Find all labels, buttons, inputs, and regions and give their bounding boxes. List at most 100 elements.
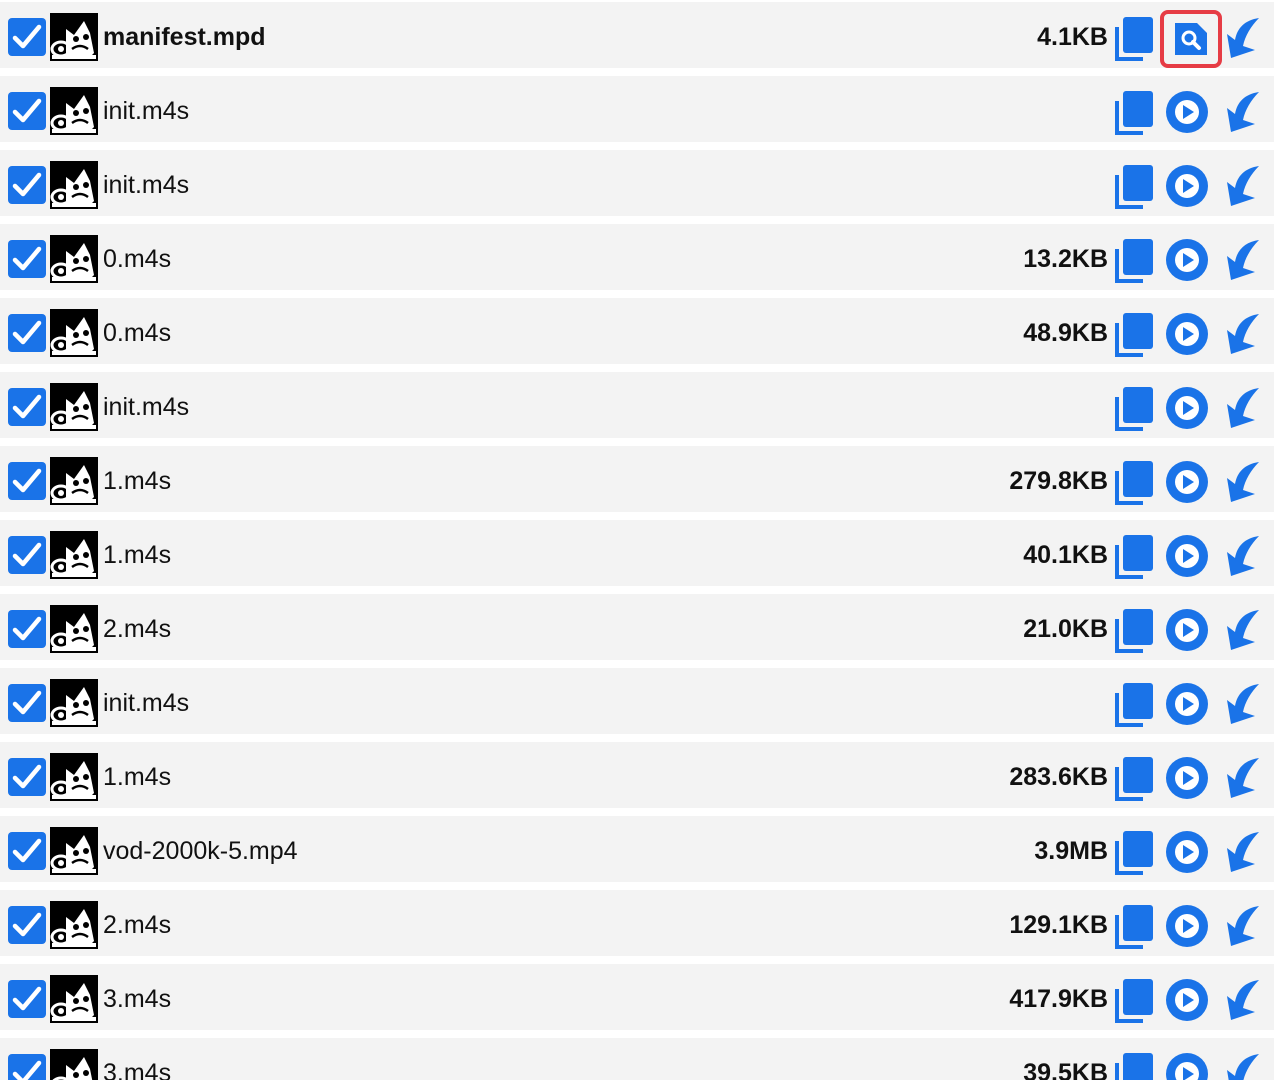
file-name: 1.m4s: [103, 541, 172, 569]
select-checkbox[interactable]: [8, 18, 46, 56]
select-checkbox[interactable]: [8, 980, 46, 1018]
file-size: 279.8KB: [1009, 467, 1108, 495]
copy-icon[interactable]: [1113, 755, 1157, 801]
play-icon[interactable]: [1165, 164, 1209, 208]
copy-icon[interactable]: [1113, 89, 1157, 135]
file-size: 21.0KB: [1023, 615, 1108, 643]
select-checkbox[interactable]: [8, 684, 46, 722]
play-icon[interactable]: [1165, 682, 1209, 726]
download-icon[interactable]: [1217, 606, 1263, 654]
play-icon[interactable]: [1165, 978, 1209, 1022]
copy-icon[interactable]: [1113, 607, 1157, 653]
copy-icon[interactable]: [1113, 311, 1157, 357]
play-icon[interactable]: [1165, 90, 1209, 134]
cat-logo-icon: [50, 901, 98, 949]
copy-icon[interactable]: [1113, 681, 1157, 727]
cat-logo-icon: [50, 13, 98, 61]
file-name: 3.m4s: [103, 985, 172, 1013]
list-item: init.m4s: [0, 372, 1274, 438]
copy-icon[interactable]: [1113, 15, 1157, 61]
download-icon[interactable]: [1217, 14, 1263, 62]
cat-logo-icon: [50, 975, 98, 1023]
select-checkbox[interactable]: [8, 832, 46, 870]
play-icon[interactable]: [1165, 238, 1209, 282]
download-icon[interactable]: [1217, 88, 1263, 136]
select-checkbox[interactable]: [8, 758, 46, 796]
file-size: 39.5KB: [1023, 1059, 1108, 1080]
download-icon[interactable]: [1217, 236, 1263, 284]
cat-logo-icon: [50, 87, 98, 135]
file-name: 3.m4s: [103, 1059, 172, 1080]
file-name: 0.m4s: [103, 319, 172, 347]
download-icon[interactable]: [1217, 1050, 1263, 1080]
list-item: vod-2000k-5.mp4 3.9MB: [0, 816, 1274, 882]
play-icon[interactable]: [1165, 1052, 1209, 1080]
file-name: manifest.mpd: [103, 23, 266, 51]
play-icon[interactable]: [1165, 830, 1209, 874]
select-checkbox[interactable]: [8, 536, 46, 574]
file-name: init.m4s: [103, 171, 190, 199]
copy-icon[interactable]: [1113, 237, 1157, 283]
file-size: 283.6KB: [1009, 763, 1108, 791]
list-item: init.m4s: [0, 76, 1274, 142]
copy-icon[interactable]: [1113, 903, 1157, 949]
download-icon[interactable]: [1217, 384, 1263, 432]
select-checkbox[interactable]: [8, 314, 46, 352]
cat-logo-icon: [50, 753, 98, 801]
select-checkbox[interactable]: [8, 166, 46, 204]
list-item: 3.m4s 417.9KB: [0, 964, 1274, 1030]
download-icon[interactable]: [1217, 680, 1263, 728]
cat-logo-icon: [50, 605, 98, 653]
select-checkbox[interactable]: [8, 92, 46, 130]
cat-logo-icon: [50, 383, 98, 431]
download-icon[interactable]: [1217, 310, 1263, 358]
play-icon[interactable]: [1165, 386, 1209, 430]
download-icon[interactable]: [1217, 532, 1263, 580]
download-icon[interactable]: [1217, 162, 1263, 210]
play-icon[interactable]: [1165, 534, 1209, 578]
view-file-icon[interactable]: [1160, 10, 1222, 68]
select-checkbox[interactable]: [8, 906, 46, 944]
download-icon[interactable]: [1217, 976, 1263, 1024]
copy-icon[interactable]: [1113, 1051, 1157, 1080]
copy-icon[interactable]: [1113, 385, 1157, 431]
file-name: init.m4s: [103, 393, 190, 421]
cat-logo-icon: [50, 1049, 98, 1080]
play-icon[interactable]: [1165, 904, 1209, 948]
copy-icon[interactable]: [1113, 163, 1157, 209]
copy-icon[interactable]: [1113, 533, 1157, 579]
play-icon[interactable]: [1165, 756, 1209, 800]
play-icon[interactable]: [1165, 460, 1209, 504]
select-checkbox[interactable]: [8, 1054, 46, 1080]
download-icon[interactable]: [1217, 902, 1263, 950]
file-name: 1.m4s: [103, 467, 172, 495]
list-item: 1.m4s 283.6KB: [0, 742, 1274, 808]
list-item: 3.m4s 39.5KB: [0, 1038, 1274, 1080]
download-icon[interactable]: [1217, 754, 1263, 802]
file-size: 13.2KB: [1023, 245, 1108, 273]
file-name: 1.m4s: [103, 763, 172, 791]
list-item: 1.m4s 279.8KB: [0, 446, 1274, 512]
file-size: 3.9MB: [1034, 837, 1108, 865]
cat-logo-icon: [50, 235, 98, 283]
play-icon[interactable]: [1165, 608, 1209, 652]
list-item: 1.m4s 40.1KB: [0, 520, 1274, 586]
copy-icon[interactable]: [1113, 977, 1157, 1023]
cat-logo-icon: [50, 827, 98, 875]
play-icon[interactable]: [1165, 312, 1209, 356]
download-icon[interactable]: [1217, 458, 1263, 506]
select-checkbox[interactable]: [8, 462, 46, 500]
list-item: 2.m4s 21.0KB: [0, 594, 1274, 660]
list-item: 0.m4s 13.2KB: [0, 224, 1274, 290]
list-item: 0.m4s 48.9KB: [0, 298, 1274, 364]
file-size: 40.1KB: [1023, 541, 1108, 569]
cat-logo-icon: [50, 457, 98, 505]
resource-list: manifest.mpd 4.1KB init.m4s init.m4s 0.m4s 13…: [0, 0, 1286, 1080]
select-checkbox[interactable]: [8, 240, 46, 278]
copy-icon[interactable]: [1113, 829, 1157, 875]
select-checkbox[interactable]: [8, 388, 46, 426]
file-name: init.m4s: [103, 689, 190, 717]
download-icon[interactable]: [1217, 828, 1263, 876]
select-checkbox[interactable]: [8, 610, 46, 648]
copy-icon[interactable]: [1113, 459, 1157, 505]
